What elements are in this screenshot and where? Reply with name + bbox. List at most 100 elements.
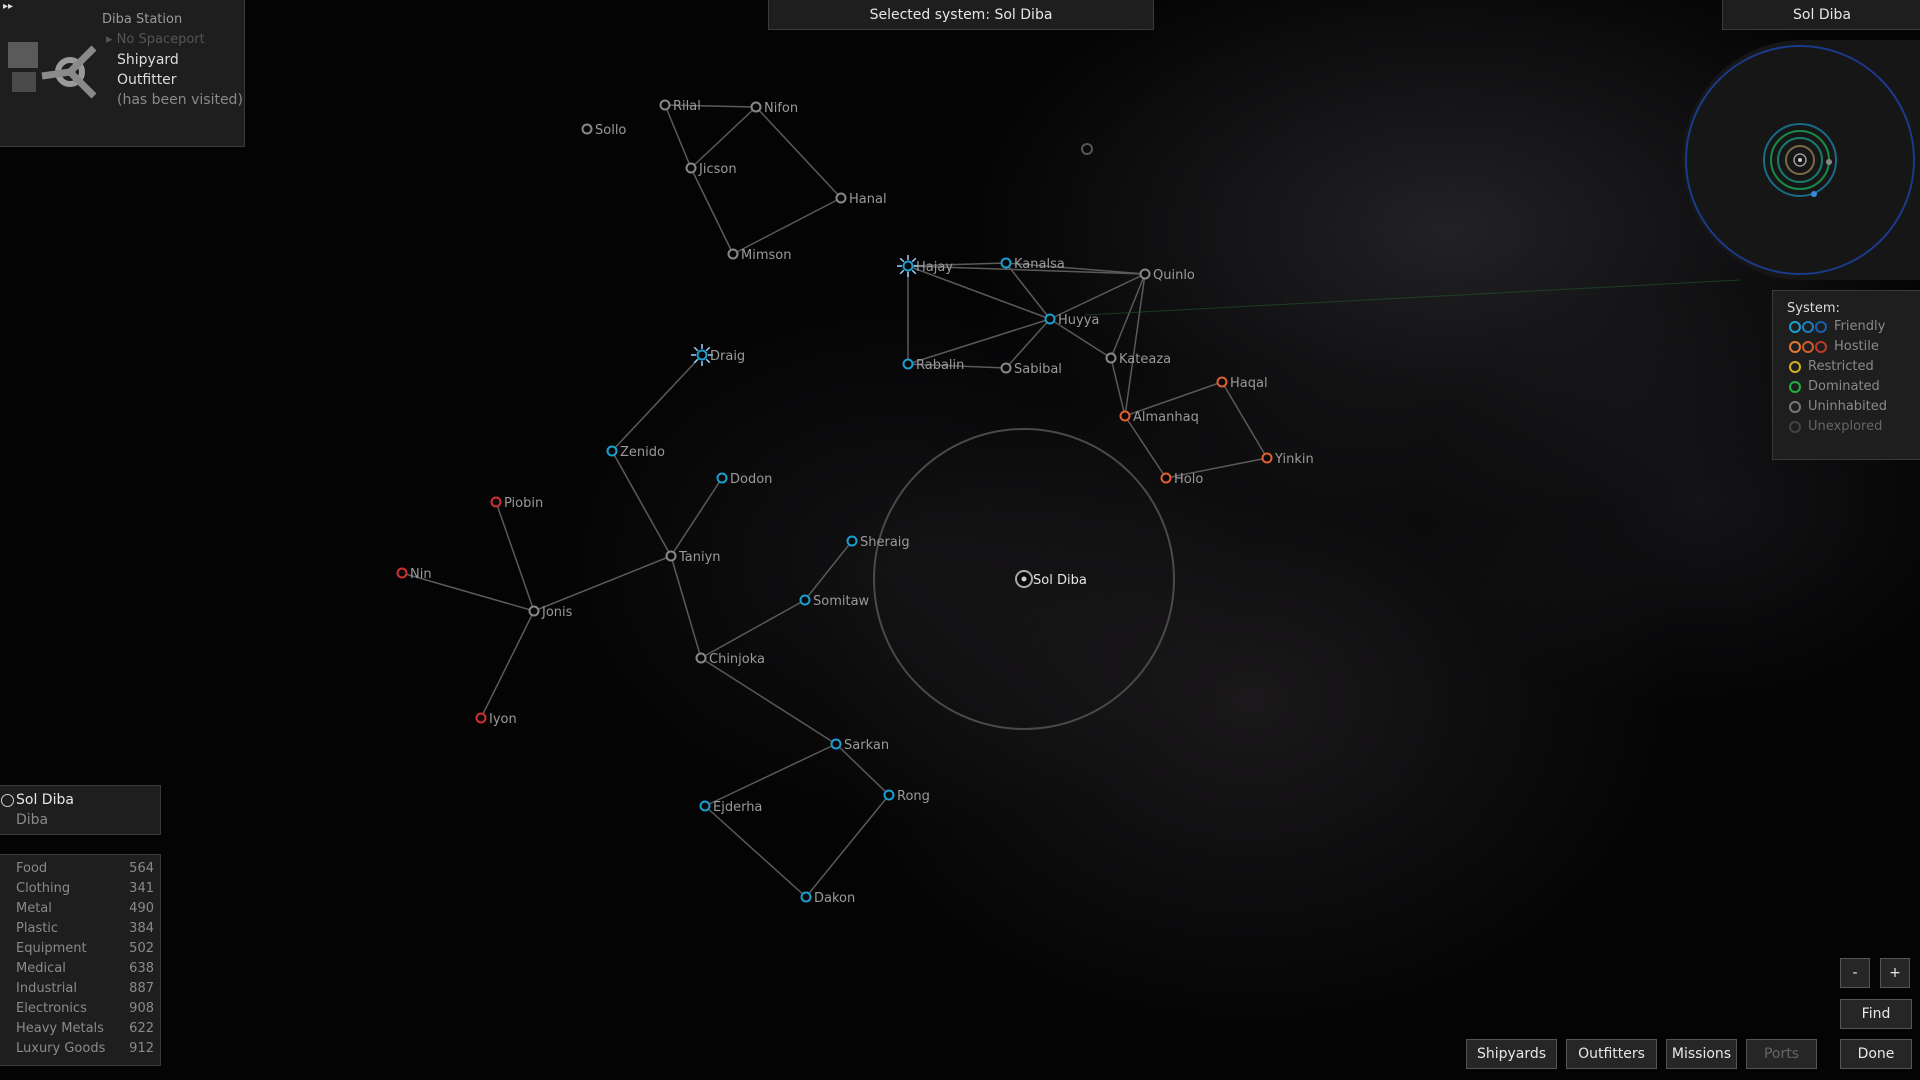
- system-ring-icon[interactable]: [695, 652, 707, 664]
- system-label[interactable]: Sol Diba: [1033, 573, 1087, 588]
- system-mimson[interactable]: Mimson: [727, 248, 792, 263]
- system-label[interactable]: Chinjoka: [709, 652, 765, 667]
- system-label[interactable]: Jonis: [541, 605, 573, 620]
- system-label[interactable]: Hanal: [849, 192, 887, 207]
- system-label[interactable]: Dakon: [814, 891, 855, 906]
- system-label[interactable]: Ejderha: [713, 800, 762, 815]
- system-hajay[interactable]: Hajay: [897, 255, 953, 277]
- system-sarkan[interactable]: Sarkan: [830, 738, 890, 753]
- system-label[interactable]: Yinkin: [1274, 452, 1314, 467]
- system-rong[interactable]: Rong: [883, 789, 930, 804]
- system-label[interactable]: Rabalin: [916, 358, 964, 373]
- system-somitaw[interactable]: Somitaw: [799, 594, 870, 609]
- system-jonis[interactable]: Jonis: [528, 605, 573, 620]
- system-ring-icon[interactable]: [1105, 352, 1117, 364]
- system-ring-icon[interactable]: [883, 789, 895, 801]
- system-ring-icon[interactable]: [396, 567, 408, 579]
- system-label[interactable]: Draig: [710, 349, 745, 364]
- system-label[interactable]: Hajay: [916, 260, 953, 275]
- system-ring-icon[interactable]: [1216, 376, 1228, 388]
- system-label[interactable]: Dodon: [730, 472, 772, 487]
- system-label[interactable]: Kateaza: [1119, 352, 1171, 367]
- done-button[interactable]: Done: [1840, 1039, 1912, 1069]
- system-label[interactable]: Sarkan: [844, 738, 889, 753]
- planet-panel[interactable]: ▸▸ Diba Station ▸ No Spaceport Shipyard …: [0, 0, 245, 147]
- system-ring-icon[interactable]: [490, 496, 502, 508]
- system-ring-icon[interactable]: [581, 123, 593, 135]
- system-sheraig[interactable]: Sheraig: [846, 535, 910, 550]
- system-label[interactable]: Mimson: [741, 248, 791, 263]
- system-ring-icon[interactable]: [699, 800, 711, 812]
- system-yinkin[interactable]: Yinkin: [1261, 452, 1314, 467]
- system-label[interactable]: Rong: [897, 789, 930, 804]
- system-ring-icon[interactable]: [835, 192, 847, 204]
- system-iyon[interactable]: Iyon: [475, 712, 517, 727]
- system-sollo[interactable]: Sollo: [581, 123, 627, 138]
- system-ejderha[interactable]: Ejderha: [699, 800, 763, 815]
- system-label[interactable]: Piobin: [504, 496, 543, 511]
- orbit-view[interactable]: [1682, 40, 1920, 280]
- system-quinlo[interactable]: Quinlo: [1139, 268, 1195, 283]
- system-label[interactable]: Nin: [410, 567, 432, 582]
- system-draig[interactable]: Draig: [691, 344, 745, 366]
- zoom-in-button[interactable]: +: [1880, 958, 1910, 988]
- outfitters-button[interactable]: Outfitters: [1566, 1039, 1657, 1069]
- collapse-arrows-icon[interactable]: ▸▸: [3, 1, 13, 12]
- system-label[interactable]: Jicson: [698, 162, 737, 177]
- system-label[interactable]: Iyon: [489, 712, 517, 727]
- system-huyya[interactable]: Huyya: [1044, 313, 1100, 328]
- system-ring-icon[interactable]: [665, 550, 677, 562]
- system-ring-icon[interactable]: [1000, 362, 1012, 374]
- system-haqal[interactable]: Haqal: [1216, 376, 1268, 391]
- system-ring-icon[interactable]: [696, 349, 708, 361]
- system-rilal[interactable]: Rilal: [659, 99, 701, 114]
- star-map[interactable]: Sollo Rilal Nifon Jicson Hanal Mimson Hajay Kan…: [0, 0, 1920, 1080]
- system-ring-icon[interactable]: [685, 162, 697, 174]
- system-almanhaq[interactable]: Almanhaq: [1119, 410, 1199, 425]
- system-dakon[interactable]: Dakon: [800, 891, 856, 906]
- system-ring-icon[interactable]: [1044, 313, 1056, 325]
- system-label[interactable]: Zenido: [620, 445, 665, 460]
- system-kateaza[interactable]: Kateaza: [1105, 352, 1172, 367]
- system-label[interactable]: Kanalsa: [1014, 257, 1065, 272]
- system-holo[interactable]: Holo: [1160, 472, 1204, 487]
- system-sabibal[interactable]: Sabibal: [1000, 362, 1062, 377]
- system-ring-icon[interactable]: [1119, 410, 1131, 422]
- system-label[interactable]: Taniyn: [678, 550, 721, 565]
- system-ring-icon[interactable]: [902, 260, 914, 272]
- system-ring-icon[interactable]: [606, 445, 618, 457]
- system-label[interactable]: Huyya: [1058, 313, 1099, 328]
- system-ring-icon[interactable]: [716, 472, 728, 484]
- system-label[interactable]: Sabibal: [1014, 362, 1062, 377]
- system-sol-diba[interactable]: Sol Diba: [1015, 570, 1087, 588]
- system-nin[interactable]: Nin: [396, 567, 432, 582]
- system-ring-icon[interactable]: [1160, 472, 1172, 484]
- system-ring-icon[interactable]: [1139, 268, 1151, 280]
- system-ring-icon[interactable]: [830, 738, 842, 750]
- system-label[interactable]: Haqal: [1230, 376, 1268, 391]
- missions-button[interactable]: Missions: [1666, 1039, 1737, 1069]
- system-ring-icon[interactable]: [800, 891, 812, 903]
- find-button[interactable]: Find: [1840, 999, 1912, 1029]
- system-taniyn[interactable]: Taniyn: [665, 550, 721, 565]
- system-label[interactable]: Rilal: [673, 99, 701, 114]
- system-label[interactable]: Sollo: [595, 123, 626, 138]
- system-label[interactable]: Somitaw: [813, 594, 870, 609]
- system-ring-icon[interactable]: [475, 712, 487, 724]
- system-ring-icon[interactable]: [750, 101, 762, 113]
- shipyards-button[interactable]: Shipyards: [1466, 1039, 1557, 1069]
- system-ring-icon[interactable]: [1000, 257, 1012, 269]
- system-ring-icon[interactable]: [846, 535, 858, 547]
- system-label[interactable]: Quinlo: [1153, 268, 1195, 283]
- system-ring-icon[interactable]: [799, 594, 811, 606]
- system-label[interactable]: Sheraig: [860, 535, 910, 550]
- ports-button[interactable]: Ports: [1746, 1039, 1817, 1069]
- system-rabalin[interactable]: Rabalin: [902, 358, 965, 373]
- system-ring-icon[interactable]: [659, 99, 671, 111]
- system-label[interactable]: Almanhaq: [1133, 410, 1199, 425]
- zoom-out-button[interactable]: -: [1840, 958, 1870, 988]
- system-label[interactable]: Holo: [1174, 472, 1203, 487]
- system-ring-icon[interactable]: [902, 358, 914, 370]
- system-hanal[interactable]: Hanal: [835, 192, 887, 207]
- map-canvas[interactable]: Sollo Rilal Nifon Jicson Hanal Mimson Hajay Kan…: [0, 0, 1920, 1080]
